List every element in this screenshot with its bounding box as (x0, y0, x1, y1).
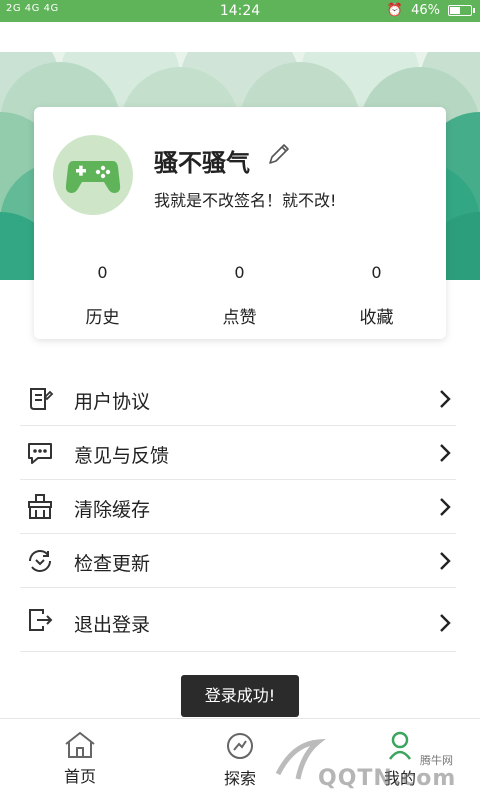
menu-item-logout[interactable]: 退出登录 (20, 588, 456, 652)
gamepad-icon (65, 161, 121, 193)
pencil-icon[interactable] (266, 141, 292, 167)
stat-count: 0 (97, 263, 108, 282)
home-icon (65, 731, 95, 758)
nickname: 骚不骚气 (154, 149, 250, 177)
stat-label: 点赞 (222, 308, 257, 328)
profile-card: 骚不骚气 我就是不改签名！就不改! 0 历史 0 点赞 0 收藏 (34, 107, 446, 339)
tab-label: 首页 (63, 767, 96, 786)
stat-likes[interactable]: 0 点赞 (171, 263, 308, 328)
chat-icon (28, 443, 52, 464)
stat-count: 0 (371, 263, 382, 282)
chevron-right-icon (440, 444, 451, 462)
menu-item-clear-cache[interactable]: 清除缓存 (20, 480, 456, 534)
menu-item-label: 检查更新 (74, 553, 151, 575)
logout-icon (29, 609, 53, 631)
menu-item-label: 清除缓存 (74, 499, 151, 521)
battery-percent: 46% (411, 3, 440, 18)
chevron-right-icon (440, 390, 451, 408)
watermark: 腾牛网 QQTN.com (268, 728, 480, 800)
menu-item-user-agreement[interactable]: 用户协议 (20, 372, 456, 426)
menu-item-label: 意见与反馈 (74, 445, 170, 467)
menu-item-label: 退出登录 (74, 614, 151, 636)
menu-item-check-update[interactable]: 检查更新 (20, 534, 456, 588)
stats-row: 0 历史 0 点赞 0 收藏 (34, 263, 446, 328)
avatar[interactable] (53, 135, 133, 215)
chevron-right-icon (440, 614, 451, 632)
settings-menu: 用户协议 意见与反馈 清除缓存 检查更新 退出登录 (20, 372, 456, 652)
tab-home[interactable]: 首页 (30, 731, 130, 787)
compass-icon (227, 733, 253, 759)
menu-item-label: 用户协议 (74, 391, 151, 413)
status-right: ⏰ 46% (386, 3, 475, 18)
status-bar: 2G 4G 4G 14:24 ⏰ 46% (0, 0, 480, 22)
stat-history[interactable]: 0 历史 (34, 263, 171, 328)
stat-favorites[interactable]: 0 收藏 (308, 263, 445, 328)
stat-label: 收藏 (359, 308, 394, 328)
signature: 我就是不改签名！就不改! (154, 191, 337, 210)
watermark-url: QQTN.com (318, 766, 457, 791)
stat-count: 0 (234, 263, 245, 282)
broom-icon (28, 494, 52, 519)
chevron-right-icon (440, 552, 451, 570)
refresh-icon (29, 550, 51, 572)
document-icon (30, 388, 54, 410)
alarm-icon: ⏰ (386, 3, 404, 18)
chevron-right-icon (440, 498, 451, 516)
battery-icon (448, 5, 475, 16)
stat-label: 历史 (85, 308, 120, 328)
menu-item-feedback[interactable]: 意见与反馈 (20, 426, 456, 480)
toast-message: 登录成功! (181, 675, 299, 717)
